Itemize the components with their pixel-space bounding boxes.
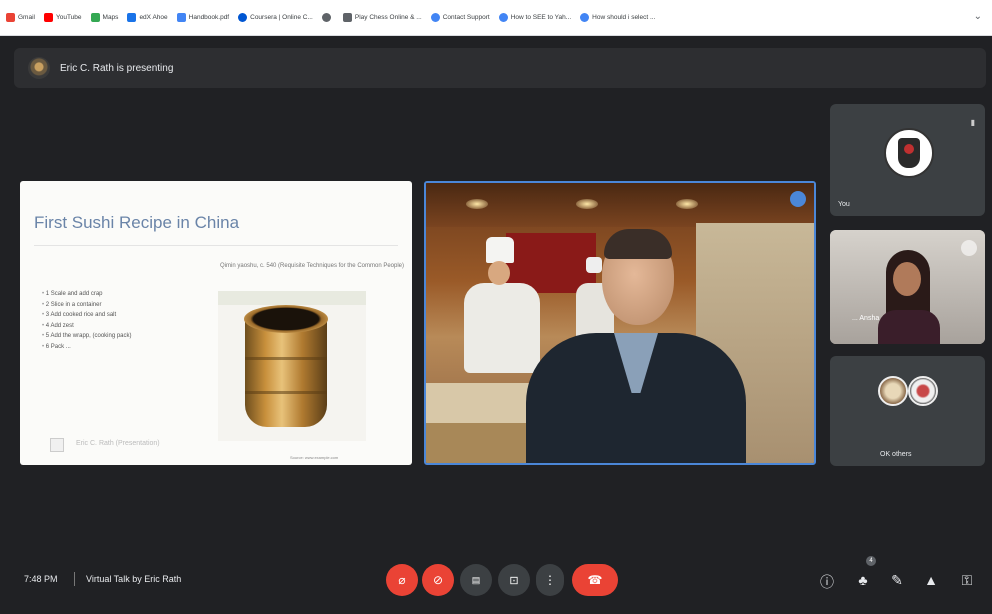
avatar (908, 376, 938, 406)
presenting-banner: Eric C. Rath is presenting (14, 48, 986, 88)
more-icon: ⋮ (544, 573, 556, 587)
slide-title: First Sushi Recipe in China (34, 213, 240, 232)
support-icon (430, 13, 440, 22)
meeting-time: 7:48 PM (24, 574, 58, 584)
speaker-hair (604, 229, 672, 259)
slide-bullet: 1 Scale and add crap (42, 289, 132, 300)
photo-credit: Source: www.example.com (290, 455, 339, 460)
chess-icon (342, 13, 352, 22)
people-icon[interactable]: ♣ (854, 572, 872, 588)
slide-bullet: 5 Add the wrapp, (cooking pack) (42, 331, 132, 342)
presenting-text: Eric C. Rath is presenting (60, 62, 174, 74)
bookmark-chess[interactable]: Play Chess Online & ... (342, 13, 422, 22)
tub-opening (244, 305, 328, 333)
slide-footer: Eric C. Rath (Presentation) (76, 440, 160, 447)
present-button[interactable]: ⊡ (498, 564, 530, 596)
bookmark-edx[interactable]: edX Ahoe (127, 13, 168, 22)
participant-name: ... Ansha (852, 315, 880, 322)
camera-off-icon: ⊘ (432, 573, 444, 587)
avatar (884, 128, 934, 178)
divider (74, 572, 75, 586)
bookmark-search-2[interactable]: How should i select ... (580, 13, 655, 22)
drive-icon (176, 13, 186, 22)
camera-toggle-button[interactable]: ⊘ (422, 564, 454, 596)
activities-icon[interactable]: ▲ (922, 572, 940, 588)
chef-hat (586, 257, 602, 273)
bookmark-youtube[interactable]: YouTube (43, 13, 82, 22)
coursera-icon (238, 13, 248, 22)
speaking-indicator-icon (790, 191, 806, 207)
bookmark-search-1[interactable]: How to SEE to Yah... (498, 13, 571, 22)
slide-bullet: 2 Slice in a container (42, 300, 132, 311)
meeting-controls-bar: 7:48 PM Virtual Talk by Eric Rath ⌀ ⊘ ▤ … (0, 550, 992, 614)
ceiling-light (676, 199, 698, 209)
ceiling-light (576, 199, 598, 209)
present-icon: ⊡ (509, 574, 519, 587)
meeting-title: Virtual Talk by Eric Rath (86, 574, 182, 584)
chef-hat (486, 237, 514, 263)
slide-bullet: 6 Pack ... (42, 342, 132, 353)
presenter-avatar (28, 57, 50, 79)
google-icon (580, 13, 590, 22)
slide-divider (34, 245, 398, 246)
participant-name: OK others (880, 451, 912, 458)
captions-button[interactable]: ▤ (460, 564, 492, 596)
avatar (878, 376, 908, 406)
more-options-icon[interactable] (961, 240, 977, 256)
slide-bullet: 3 Add cooked rice and salt (42, 310, 132, 321)
lock-icon[interactable]: ⚿ (958, 572, 976, 589)
slide-logo-icon (50, 438, 64, 452)
ceiling-light (466, 199, 488, 209)
chevron-down-icon[interactable]: ⌄ (974, 11, 982, 22)
chef-face (488, 261, 510, 285)
slide-bullets: 1 Scale and add crap 2 Slice in a contai… (42, 289, 132, 352)
speaker-video[interactable] (424, 181, 816, 465)
mic-toggle-button[interactable]: ⌀ (386, 564, 418, 596)
maps-icon (90, 13, 100, 22)
participant-face (893, 262, 921, 296)
participant-body (878, 310, 940, 344)
chef-figure (464, 283, 540, 373)
photo-strip (218, 291, 366, 305)
captions-icon: ▤ (471, 574, 481, 585)
bookmark-gmail[interactable]: Gmail (6, 13, 35, 22)
mic-off-icon: ⌀ (398, 573, 406, 587)
chat-icon[interactable]: ✎ (888, 572, 906, 589)
globe-icon (321, 13, 331, 22)
gmail-icon (6, 13, 15, 22)
bookmarks-bar: Gmail YouTube Maps edX Ahoe Handbook.pdf… (0, 0, 992, 36)
end-call-icon: ☎ (587, 573, 603, 587)
shared-slide[interactable]: First Sushi Recipe in China Qimin yaoshu… (20, 181, 412, 465)
end-call-button[interactable]: ☎ (572, 564, 618, 596)
info-icon[interactable]: ⓘ (818, 572, 836, 592)
bookmark-support[interactable]: Contact Support (430, 13, 490, 22)
more-options-button[interactable]: ⋮ (536, 564, 564, 596)
participant-tile-ansha[interactable]: ... Ansha (830, 230, 985, 344)
tub-band (245, 357, 327, 360)
participant-tile-you[interactable]: ▮ You (830, 104, 985, 216)
google-icon (498, 13, 508, 22)
participant-name: You (838, 201, 850, 208)
bookmark-generic[interactable] (321, 13, 334, 22)
slide-bullet: 4 Add zest (42, 321, 132, 332)
bookmark-handbook[interactable]: Handbook.pdf (176, 13, 229, 22)
bookmark-coursera[interactable]: Coursera | Online C... (238, 13, 313, 22)
youtube-icon (43, 13, 53, 22)
pin-icon[interactable]: ▮ (971, 118, 975, 127)
participant-tile-others[interactable]: OK others (830, 356, 985, 466)
tub-band (245, 391, 327, 394)
edx-icon (127, 13, 137, 22)
bookmark-maps[interactable]: Maps (90, 13, 118, 22)
people-count-badge: 4 (866, 556, 876, 566)
slide-subtitle: Qimin yaoshu, c. 540 (Requisite Techniqu… (220, 263, 404, 269)
